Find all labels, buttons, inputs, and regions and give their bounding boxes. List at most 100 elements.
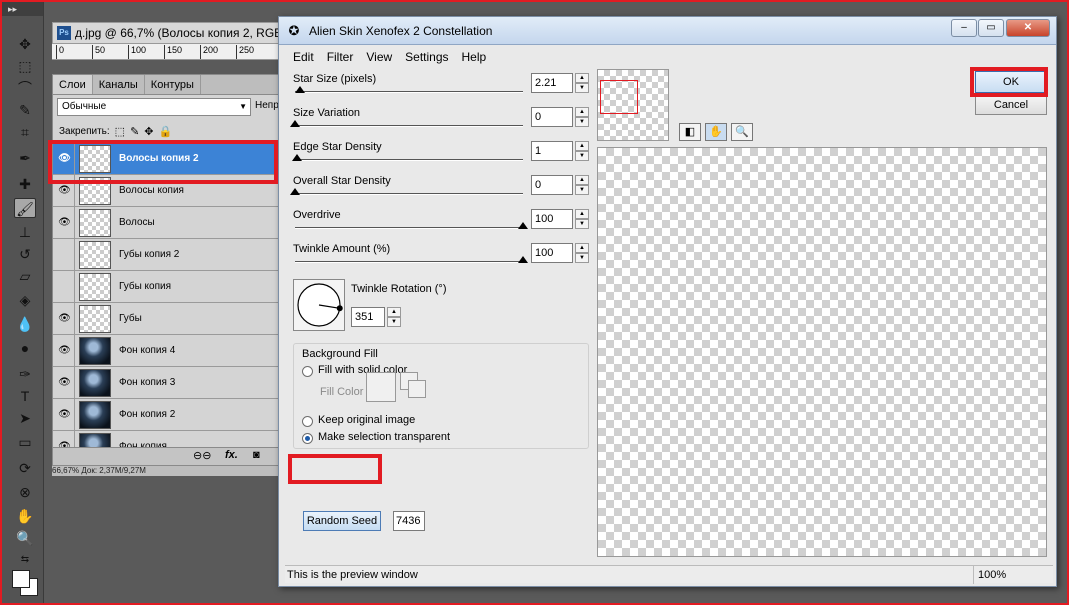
3d-orbit-tool-icon[interactable]: ⊗: [14, 482, 36, 502]
dialog-titlebar[interactable]: ✪ Alien Skin Xenofex 2 Constellation – ▭…: [279, 17, 1056, 45]
visibility-eye-icon[interactable]: [55, 271, 75, 303]
twinkle-rotation-dial[interactable]: [293, 279, 345, 331]
quick-select-tool-icon[interactable]: ✎: [14, 100, 36, 120]
visibility-eye-icon[interactable]: 👁: [55, 175, 75, 207]
tab-channels[interactable]: Каналы: [93, 75, 145, 94]
keep-original-label[interactable]: Keep original image: [318, 414, 415, 426]
layer-row[interactable]: 👁 Волосы копия: [53, 175, 279, 207]
spin-up-icon[interactable]: ▲: [575, 141, 589, 151]
path-select-tool-icon[interactable]: ➤: [14, 408, 36, 428]
slider-handle[interactable]: [292, 154, 303, 161]
document-tab[interactable]: Ps д.jpg @ 66,7% (Волосы копия 2, RGB/: [52, 22, 282, 44]
fx-icon[interactable]: fx.: [225, 449, 238, 461]
lock-pixels-icon[interactable]: ✎: [130, 125, 139, 138]
slider-track[interactable]: [295, 159, 523, 161]
blend-mode-select[interactable]: Обычные ▼: [57, 98, 251, 116]
blur-tool-icon[interactable]: 💧: [14, 314, 36, 334]
spin-up-icon[interactable]: ▲: [575, 107, 589, 117]
paint-bucket-tool-icon[interactable]: ◈: [14, 290, 36, 310]
ok-button[interactable]: OK: [975, 71, 1047, 93]
move-tool-icon[interactable]: ✥: [14, 34, 36, 54]
minimize-button[interactable]: –: [951, 19, 977, 37]
value-spinner[interactable]: ▲ ▼: [575, 73, 589, 93]
random-seed-button[interactable]: Random Seed: [303, 511, 381, 531]
slider-handle[interactable]: [290, 120, 300, 127]
maximize-button[interactable]: ▭: [978, 19, 1004, 37]
menu-view[interactable]: View: [366, 47, 392, 67]
visibility-eye-icon[interactable]: [55, 239, 75, 271]
preview-window[interactable]: [597, 147, 1047, 557]
eyedropper-tool-icon[interactable]: ✒: [14, 148, 36, 168]
slider-track[interactable]: [295, 125, 523, 127]
slider-handle[interactable]: [294, 86, 305, 93]
marquee-tool-icon[interactable]: ⬚: [14, 56, 36, 76]
spin-down-icon[interactable]: ▼: [575, 151, 589, 161]
layer-row[interactable]: 👁 Волосы копия 2: [53, 143, 279, 175]
make-transparent-radio[interactable]: [302, 433, 313, 444]
spin-up-icon[interactable]: ▲: [575, 175, 589, 185]
visibility-eye-icon[interactable]: 👁: [55, 303, 75, 335]
pen-tool-icon[interactable]: ✑: [14, 364, 36, 384]
value-spinner[interactable]: ▲ ▼: [575, 243, 589, 263]
tab-paths[interactable]: Контуры: [145, 75, 201, 94]
spin-up-icon[interactable]: ▲: [575, 209, 589, 219]
value-spinner[interactable]: ▲ ▼: [575, 175, 589, 195]
foreground-color-swatch[interactable]: [12, 570, 30, 588]
lock-all-icon[interactable]: 🔒: [159, 125, 173, 138]
slider-value-input[interactable]: 100: [531, 209, 573, 229]
layer-row[interactable]: 👁 Волосы: [53, 207, 279, 239]
cancel-button[interactable]: Cancel: [975, 95, 1047, 115]
spin-down-icon[interactable]: ▼: [387, 317, 401, 327]
layer-row[interactable]: 👁 Губы: [53, 303, 279, 335]
spin-up-icon[interactable]: ▲: [387, 307, 401, 317]
slider-track[interactable]: [295, 91, 523, 93]
slider-value-input[interactable]: 100: [531, 243, 573, 263]
slider-value-input[interactable]: 1: [531, 141, 573, 161]
twinkle-rotation-input[interactable]: 351: [351, 307, 385, 327]
layer-row[interactable]: 👁 Фон копия 2: [53, 399, 279, 431]
spin-down-icon[interactable]: ▼: [575, 219, 589, 229]
visibility-eye-icon[interactable]: 👁: [55, 335, 75, 367]
fill-color-swatch[interactable]: [366, 372, 396, 402]
eraser-tool-icon[interactable]: ▱: [14, 266, 36, 286]
hand-tool-icon[interactable]: ✋: [14, 506, 36, 526]
menu-edit[interactable]: Edit: [293, 47, 314, 67]
swap-colors-icon[interactable]: ⇆: [14, 550, 36, 570]
compare-icon[interactable]: ◧: [679, 123, 701, 141]
menu-help[interactable]: Help: [462, 47, 487, 67]
visibility-eye-icon[interactable]: 👁: [55, 207, 75, 239]
navigator-viewport[interactable]: [600, 80, 638, 114]
type-tool-icon[interactable]: T: [14, 386, 36, 406]
visibility-eye-icon[interactable]: 👁: [55, 367, 75, 399]
link-icon[interactable]: ⊖⊖: [193, 449, 211, 462]
layer-row[interactable]: Губы копия: [53, 271, 279, 303]
zoom-icon[interactable]: 🔍: [731, 123, 753, 141]
value-spinner[interactable]: ▲ ▼: [575, 141, 589, 161]
slider-value-input[interactable]: 2.21: [531, 73, 573, 93]
lock-position-icon[interactable]: ✥: [144, 125, 153, 138]
mask-icon[interactable]: ◙: [253, 449, 260, 461]
stamp-tool-icon[interactable]: ⊥: [14, 222, 36, 242]
layer-row[interactable]: Губы копия 2: [53, 239, 279, 271]
lock-transparency-icon[interactable]: ⬚: [115, 125, 125, 138]
slider-value-input[interactable]: 0: [531, 175, 573, 195]
menu-filter[interactable]: Filter: [327, 47, 354, 67]
3d-rotate-tool-icon[interactable]: ⟳: [14, 458, 36, 478]
fill-solid-color-radio[interactable]: [302, 366, 313, 377]
value-spinner[interactable]: ▲ ▼: [575, 107, 589, 127]
shape-tool-icon[interactable]: ▭: [14, 432, 36, 452]
crop-tool-icon[interactable]: ⌗: [14, 122, 36, 142]
layer-row[interactable]: 👁 Фон копия 3: [53, 367, 279, 399]
hand-icon[interactable]: ✋: [705, 123, 727, 141]
lasso-tool-icon[interactable]: ⌒: [14, 78, 36, 98]
layer-row[interactable]: 👁 Фон копия 4: [53, 335, 279, 367]
brush-tool-icon[interactable]: 🖌: [14, 198, 36, 218]
random-seed-input[interactable]: 7436: [393, 511, 425, 531]
spin-down-icon[interactable]: ▼: [575, 185, 589, 195]
tab-layers[interactable]: Слои: [53, 75, 93, 94]
twinkle-rotation-spinner[interactable]: ▲ ▼: [387, 307, 401, 327]
slider-track[interactable]: [295, 193, 523, 195]
toolbox-grip[interactable]: ▸▸: [2, 2, 43, 16]
slider-handle[interactable]: [518, 222, 528, 229]
close-button[interactable]: ✕: [1006, 19, 1050, 37]
